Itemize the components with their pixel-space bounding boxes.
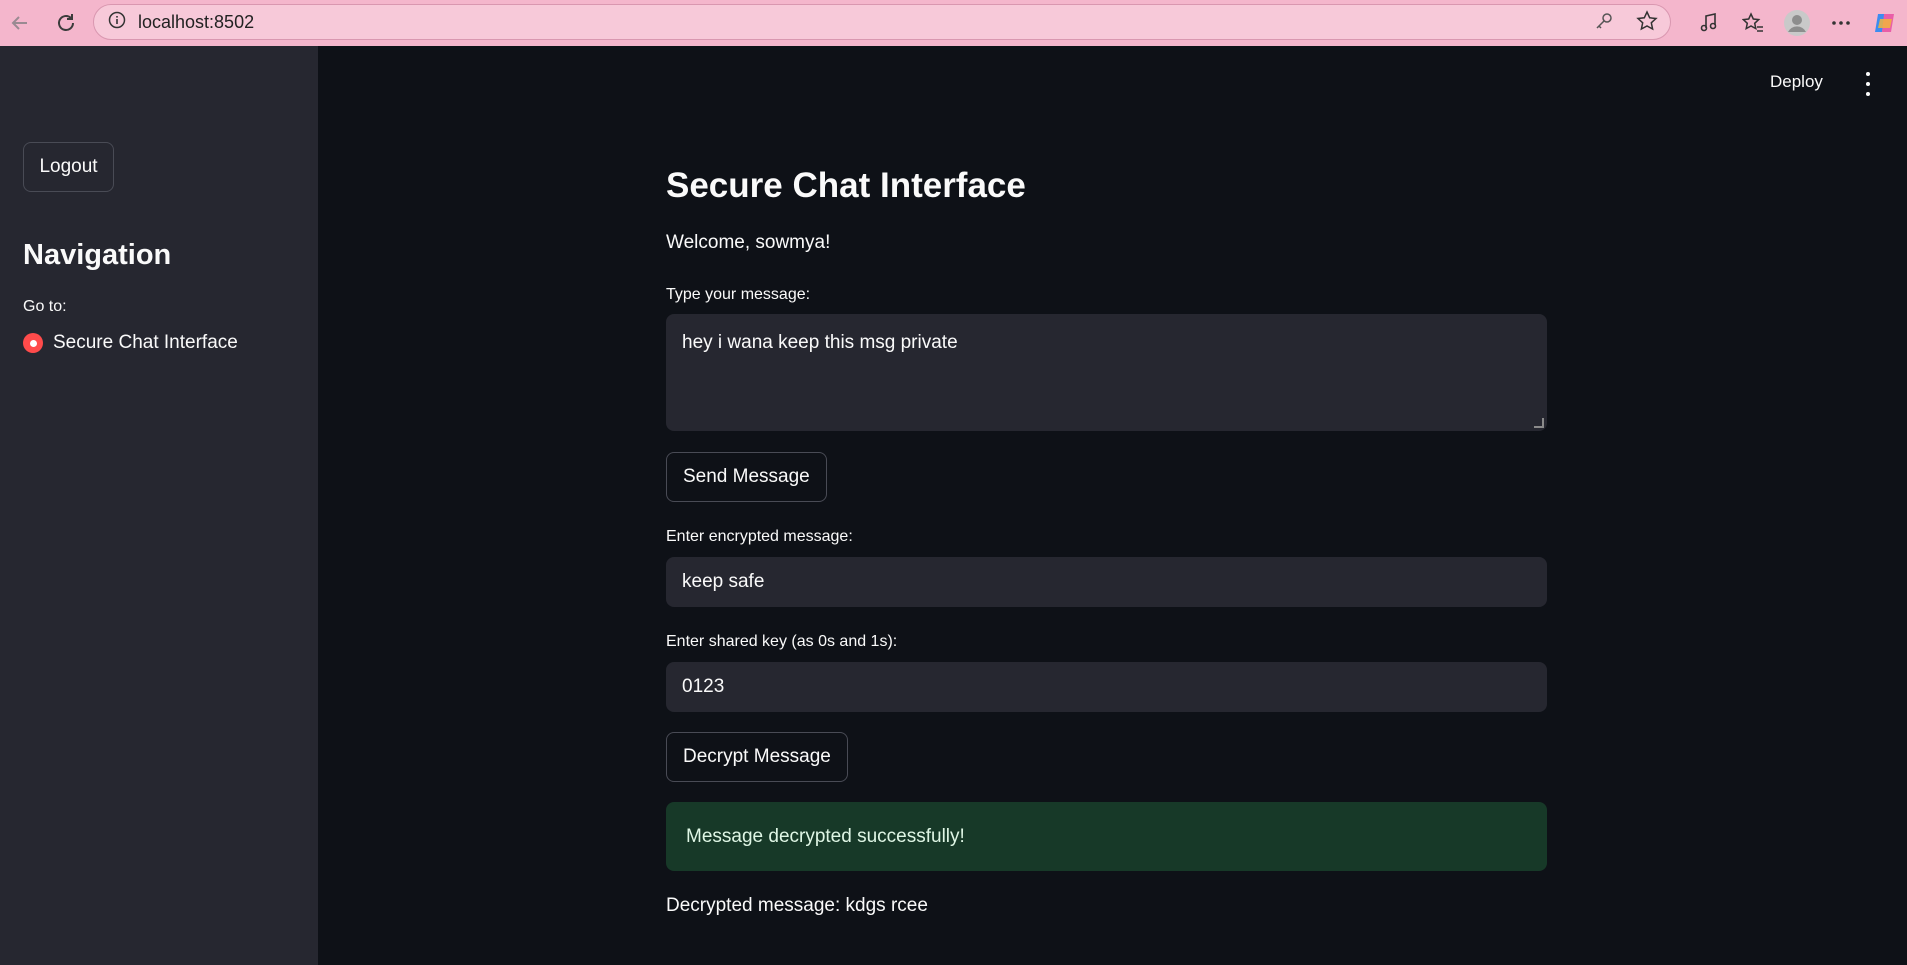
copilot-icon[interactable] — [1863, 5, 1907, 41]
media-icon[interactable] — [1687, 5, 1731, 41]
shared-key-value: 0123 — [682, 676, 725, 697]
profile-avatar-icon[interactable] — [1775, 5, 1819, 41]
key-icon[interactable] — [1594, 11, 1614, 36]
shared-key-input[interactable]: 0123 — [666, 662, 1547, 712]
decrypt-message-button[interactable]: Decrypt Message — [666, 732, 848, 782]
encrypted-message-label: Enter encrypted message: — [666, 528, 853, 545]
site-info-icon[interactable] — [108, 11, 126, 34]
welcome-text: Welcome, sowmya! — [666, 232, 831, 253]
message-textarea[interactable]: hey i wana keep this msg private — [666, 314, 1547, 431]
main-menu-icon[interactable] — [1860, 72, 1876, 96]
message-text: hey i wana keep this msg private — [682, 332, 958, 353]
url-text: localhost:8502 — [138, 11, 255, 32]
success-text: Message decrypted successfully! — [686, 825, 965, 847]
message-label: Type your message: — [666, 286, 811, 303]
more-options-icon[interactable] — [1819, 5, 1863, 41]
reload-icon[interactable] — [48, 5, 84, 41]
browser-toolbar: localhost:8502 — [0, 0, 1907, 46]
sidebar: Logout Navigation Go to: Secure Chat Int… — [0, 46, 318, 965]
page-title: Secure Chat Interface — [666, 166, 1026, 205]
navigation-heading: Navigation — [23, 239, 172, 271]
deploy-button[interactable]: Deploy — [1770, 72, 1823, 92]
decrypted-message-text: Decrypted message: kdgs rcee — [666, 895, 928, 916]
nav-radio-option[interactable]: Secure Chat Interface — [23, 332, 238, 354]
favorites-icon[interactable] — [1731, 5, 1775, 41]
encrypted-message-value: keep safe — [682, 571, 765, 592]
radio-selected-icon[interactable] — [23, 333, 43, 353]
success-alert: Message decrypted successfully! — [666, 802, 1547, 871]
send-message-button[interactable]: Send Message — [666, 452, 827, 502]
goto-label: Go to: — [23, 298, 67, 315]
address-bar[interactable]: localhost:8502 — [93, 4, 1671, 40]
scrolled-offscreen-heading — [666, 98, 986, 128]
favorite-star-icon[interactable] — [1636, 9, 1658, 37]
resize-handle-icon[interactable] — [1534, 418, 1544, 428]
encrypted-message-input[interactable]: keep safe — [666, 557, 1547, 607]
nav-radio-label: Secure Chat Interface — [53, 332, 238, 353]
back-icon[interactable] — [2, 5, 38, 41]
logout-button[interactable]: Logout — [23, 142, 114, 192]
shared-key-label: Enter shared key (as 0s and 1s): — [666, 633, 898, 650]
